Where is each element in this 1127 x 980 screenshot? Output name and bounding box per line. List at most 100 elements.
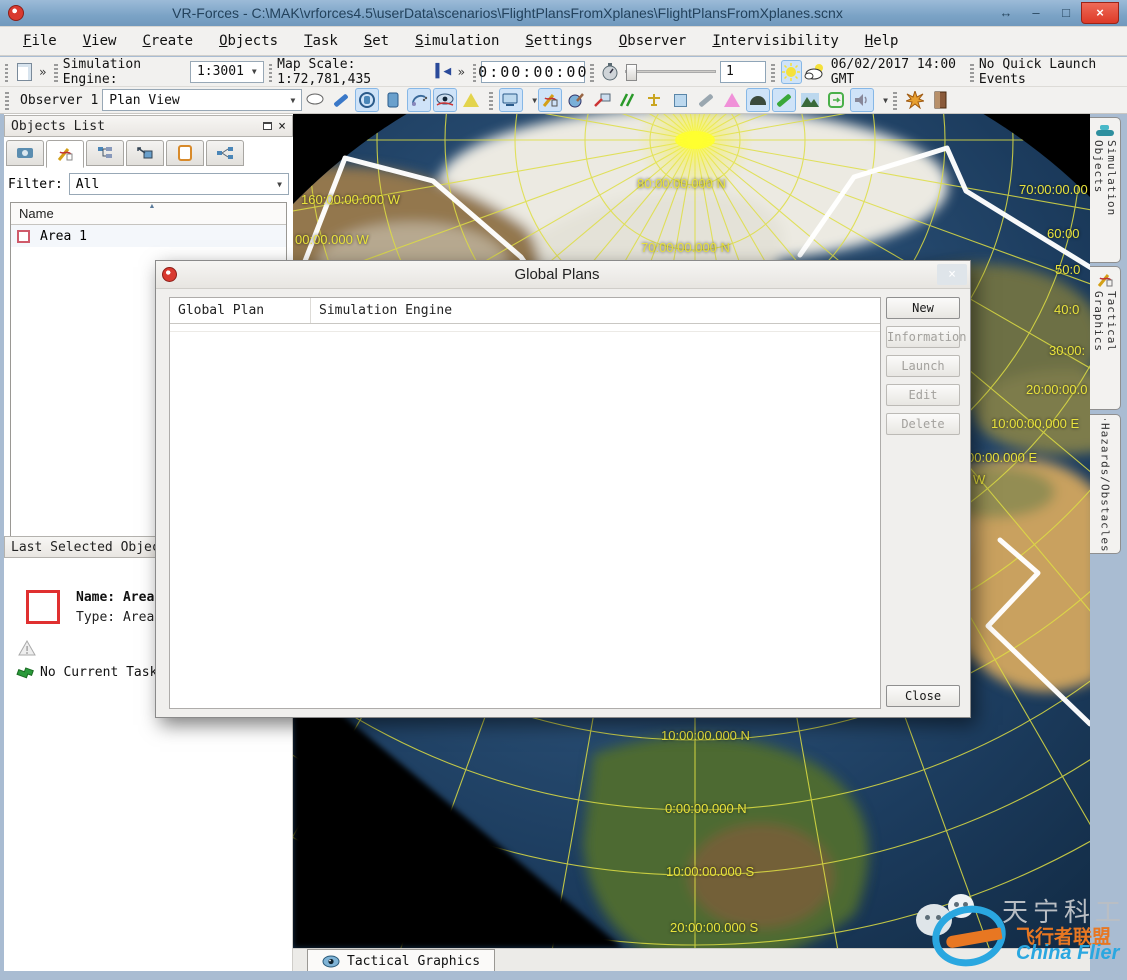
toolbar-grip[interactable] xyxy=(489,90,493,110)
binoculars-icon[interactable] xyxy=(355,88,379,112)
chevron-down-icon[interactable]: ▼ xyxy=(883,96,888,105)
geo-label: 40:0 xyxy=(1054,302,1079,317)
new-button[interactable]: New xyxy=(886,297,960,319)
float-panel-icon[interactable] xyxy=(263,122,272,130)
menu-set[interactable]: Set xyxy=(351,33,402,49)
information-button[interactable]: Information xyxy=(886,326,960,348)
minimize-button[interactable]: – xyxy=(1021,3,1051,23)
dialog-close-button[interactable]: × xyxy=(937,264,967,285)
menu-settings[interactable]: Settings xyxy=(512,33,605,49)
close-panel-icon[interactable]: × xyxy=(278,120,286,133)
menu-simulation[interactable]: Simulation xyxy=(402,33,512,49)
menu-task[interactable]: Task xyxy=(291,33,351,49)
intervisibility-eye-icon[interactable] xyxy=(433,88,457,112)
exit-door-icon[interactable] xyxy=(929,88,953,112)
monitor-icon[interactable] xyxy=(499,88,523,112)
cloud-weather-icon[interactable] xyxy=(804,60,826,84)
stopwatch-icon[interactable] xyxy=(600,60,621,84)
menu-view[interactable]: View xyxy=(70,33,130,49)
chevron-down-icon: ▼ xyxy=(252,67,257,76)
tab-label: Hazards/Obstacles xyxy=(1099,423,1112,553)
weather-overlay-icon[interactable] xyxy=(303,88,327,112)
aircraft-icon[interactable] xyxy=(642,88,666,112)
view-dropdown[interactable]: Plan View ▼ xyxy=(102,89,302,111)
name-column-header[interactable]: Name ▲ xyxy=(11,203,286,225)
draw-line-icon[interactable] xyxy=(329,88,353,112)
toolbar-grip[interactable] xyxy=(771,62,774,82)
overflow-chevron-icon[interactable]: » xyxy=(458,65,465,79)
geo-label: 0:00:00.000 N xyxy=(665,801,747,816)
launch-button[interactable]: Launch xyxy=(886,355,960,377)
slider-knob[interactable] xyxy=(626,64,637,81)
tab-hierarchy[interactable] xyxy=(86,140,124,166)
skip-to-start-icon[interactable]: ▌◀ xyxy=(433,60,454,84)
empty-row-divider xyxy=(170,324,880,332)
list-item-area1[interactable]: Area 1 xyxy=(11,225,286,247)
menu-objects[interactable]: Objects xyxy=(206,33,291,49)
tab-tactical-graphics-side[interactable]: Tactical Graphics xyxy=(1090,266,1121,410)
tab-entities[interactable] xyxy=(6,140,44,166)
new-scenario-icon[interactable] xyxy=(14,60,35,84)
tab-tactical-graphics-bottom[interactable]: Tactical Graphics xyxy=(307,949,495,972)
terrain-icon[interactable] xyxy=(798,88,822,112)
toolbar-grip[interactable] xyxy=(473,62,476,82)
menu-observer[interactable]: Observer xyxy=(606,33,699,49)
bunker-icon[interactable] xyxy=(746,88,770,112)
maximize-button[interactable]: □ xyxy=(1051,3,1081,23)
marker-icon[interactable] xyxy=(694,88,718,112)
tab-network[interactable] xyxy=(206,140,244,166)
laser-pen-icon[interactable] xyxy=(772,88,796,112)
global-plans-table[interactable]: Global Plan Simulation Engine xyxy=(169,297,881,709)
phone-icon[interactable] xyxy=(381,88,405,112)
volcano-icon[interactable] xyxy=(720,88,744,112)
radar-icon[interactable] xyxy=(407,88,431,112)
cone-icon[interactable] xyxy=(459,88,483,112)
delete-button[interactable]: Delete xyxy=(886,413,960,435)
close-button[interactable]: × xyxy=(1081,2,1119,24)
main-toolbar: » Simulation Engine: 1:3001 ▼ Map Scale:… xyxy=(0,57,1127,87)
title-bar[interactable]: VR-Forces - C:\MAK\vrforces4.5\userData\… xyxy=(0,0,1127,26)
chevron-down-icon: ▼ xyxy=(277,180,282,189)
toolbar-grip[interactable] xyxy=(590,62,593,82)
toolbar-grip[interactable] xyxy=(970,62,973,82)
close-dialog-button[interactable]: Close xyxy=(886,685,960,707)
tab-plans[interactable] xyxy=(166,140,204,166)
objects-list-header[interactable]: Objects List × xyxy=(4,115,293,137)
geo-label: 50:0 xyxy=(1055,262,1080,277)
tab-tactical-graphics[interactable] xyxy=(46,140,84,168)
observer-label: Observer 1 xyxy=(20,93,98,108)
toolbar-grip[interactable] xyxy=(54,62,57,82)
time-multiplier-slider[interactable] xyxy=(625,70,716,73)
audio-icon[interactable] xyxy=(850,88,874,112)
filter-dropdown[interactable]: All ▼ xyxy=(69,173,289,195)
menu-file[interactable]: File xyxy=(10,33,70,49)
menu-help[interactable]: Help xyxy=(852,33,912,49)
column-simulation-engine[interactable]: Simulation Engine xyxy=(310,298,452,323)
time-multiplier-input[interactable]: 1 xyxy=(720,61,766,83)
toolbar-grip[interactable] xyxy=(5,62,8,82)
flight-plan-icon[interactable] xyxy=(590,88,614,112)
tab-send-to[interactable] xyxy=(126,140,164,166)
sim-datetime: 06/02/2017 14:00 GMT xyxy=(831,57,966,87)
toolbar-grip[interactable] xyxy=(893,90,897,110)
sun-weather-icon[interactable] xyxy=(781,60,802,84)
toolbar-grip[interactable] xyxy=(5,90,9,110)
detach-arrows-icon[interactable]: ↔ xyxy=(991,3,1021,23)
sim-engine-dropdown[interactable]: 1:3001 ▼ xyxy=(190,61,264,83)
chevron-down-icon[interactable]: ▼ xyxy=(532,96,537,105)
tab-hazards-obstacles[interactable]: Hazards/Obstacles xyxy=(1090,414,1121,554)
tab-simulation-objects[interactable]: Simulation Objects xyxy=(1090,117,1121,263)
globe-edit-icon[interactable] xyxy=(564,88,588,112)
container-icon[interactable] xyxy=(668,88,692,112)
column-global-plan[interactable]: Global Plan xyxy=(170,303,310,318)
detonation-icon[interactable] xyxy=(903,88,927,112)
menu-intervisibility[interactable]: Intervisibility xyxy=(699,33,851,49)
edit-button[interactable]: Edit xyxy=(886,384,960,406)
tactical-graphics-icon[interactable] xyxy=(538,88,562,112)
dialog-title-bar[interactable]: Global Plans × xyxy=(156,261,970,289)
overflow-chevron-icon[interactable]: » xyxy=(39,65,46,79)
loop-icon[interactable] xyxy=(824,88,848,112)
menu-create[interactable]: Create xyxy=(129,33,206,49)
routes-icon[interactable] xyxy=(616,88,640,112)
toolbar-grip[interactable] xyxy=(269,62,272,82)
